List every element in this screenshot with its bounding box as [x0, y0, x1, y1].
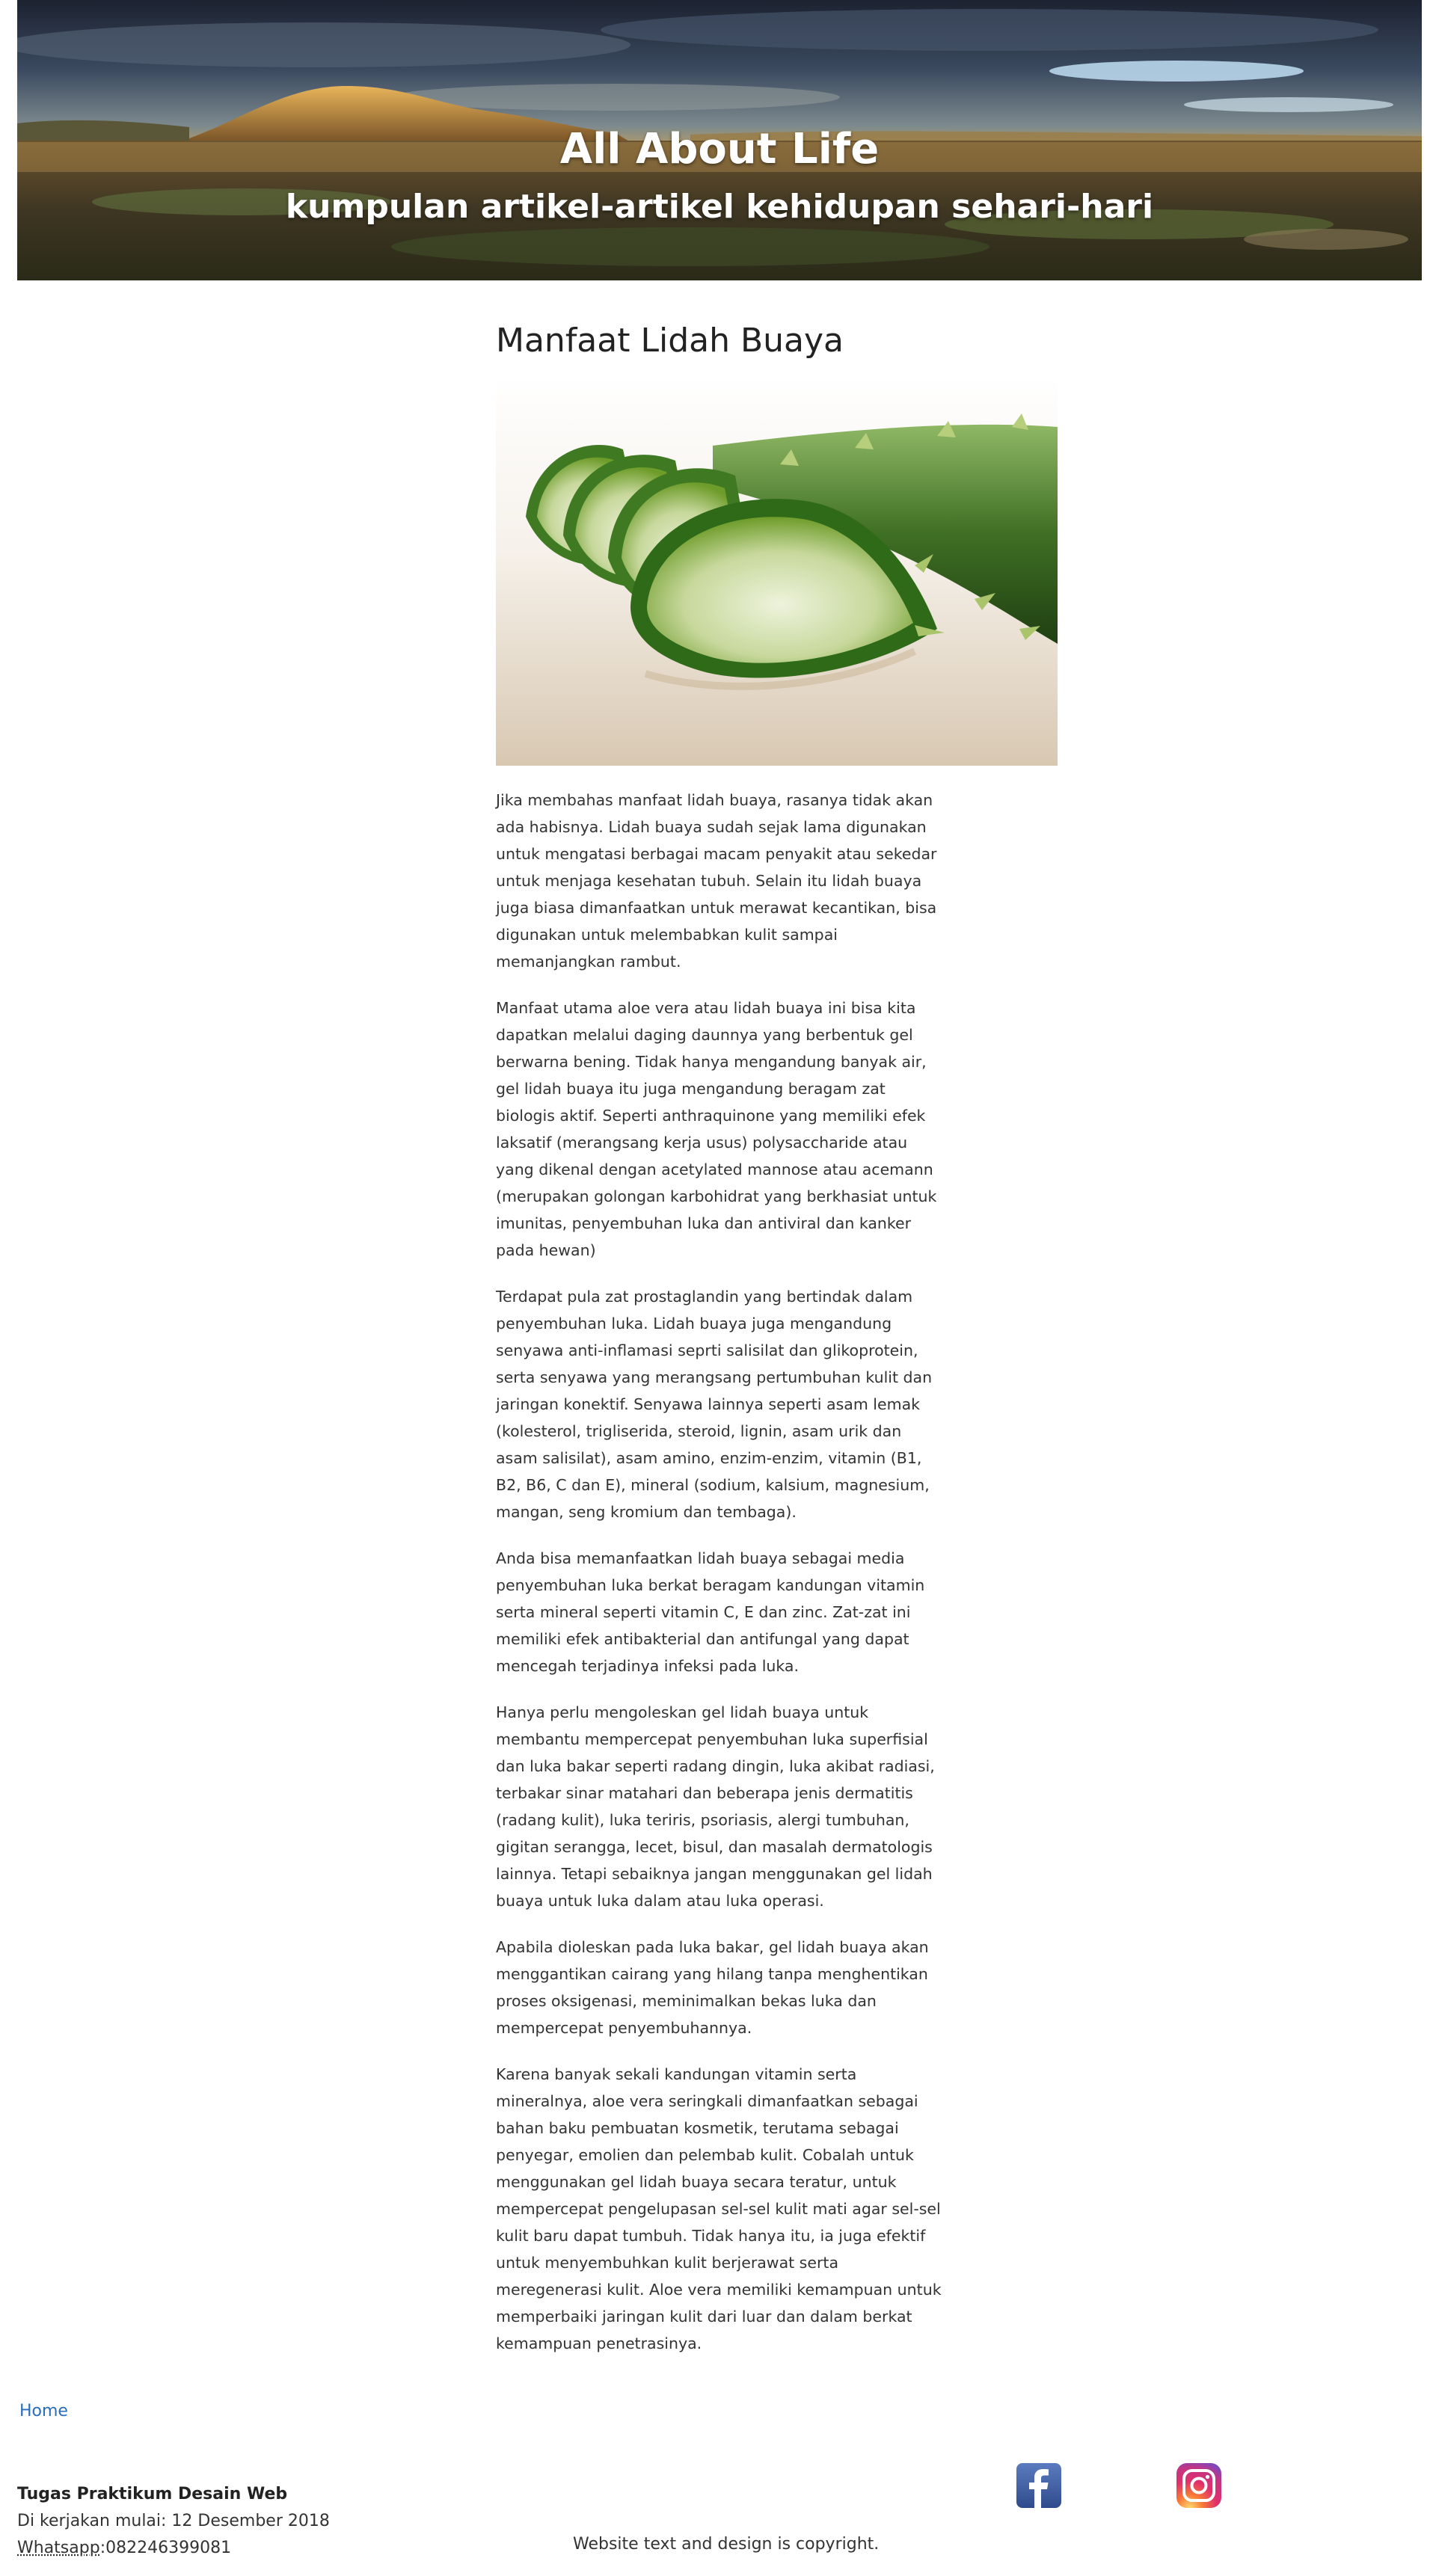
- header-banner: All About Life kumpulan artikel-artikel …: [17, 0, 1422, 280]
- footer-started-date: Di kerjakan mulai: 12 Desember 2018: [17, 2512, 330, 2530]
- article-paragraph: Terdapat pula zat prostaglandin yang ber…: [496, 1287, 933, 1521]
- article-paragraph: Karena banyak sekali kandungan vitamin s…: [496, 2065, 942, 2352]
- whatsapp-number: :082246399081: [99, 2539, 232, 2557]
- site-subtitle: kumpulan artikel-artikel kehidupan sehar…: [285, 188, 1154, 226]
- footer-info: Tugas Praktikum Desain Web Di kerjakan m…: [17, 2481, 330, 2562]
- footer-whatsapp: Whatsapp:082246399081: [17, 2535, 330, 2562]
- site-title: All About Life: [559, 125, 880, 173]
- article-paragraph: Jika membahas manfaat lidah buaya, rasan…: [496, 790, 937, 971]
- article-paragraph: Manfaat utama aloe vera atau lidah buaya…: [496, 998, 937, 1259]
- article: Manfaat Lidah Buaya Jika membahas manfaa…: [496, 322, 1058, 2376]
- article-paragraph: Anda bisa memanfaatkan lidah buaya sebag…: [496, 1549, 925, 1675]
- copyright-text: Website text and design is copyright.: [573, 2535, 880, 2554]
- facebook-icon[interactable]: [1016, 2462, 1062, 2509]
- article-paragraph: Apabila dioleskan pada luka bakar, gel l…: [496, 1937, 929, 2037]
- footer-title: Tugas Praktikum Desain Web: [17, 2485, 288, 2503]
- instagram-icon[interactable]: [1176, 2462, 1222, 2509]
- aloe-vera-image: [496, 374, 1058, 766]
- article-paragraph: Hanya perlu mengoleskan gel lidah buaya …: [496, 1703, 935, 1910]
- article-title: Manfaat Lidah Buaya: [496, 322, 844, 360]
- whatsapp-label: Whatsapp: [17, 2539, 100, 2557]
- home-link[interactable]: Home: [19, 2402, 68, 2420]
